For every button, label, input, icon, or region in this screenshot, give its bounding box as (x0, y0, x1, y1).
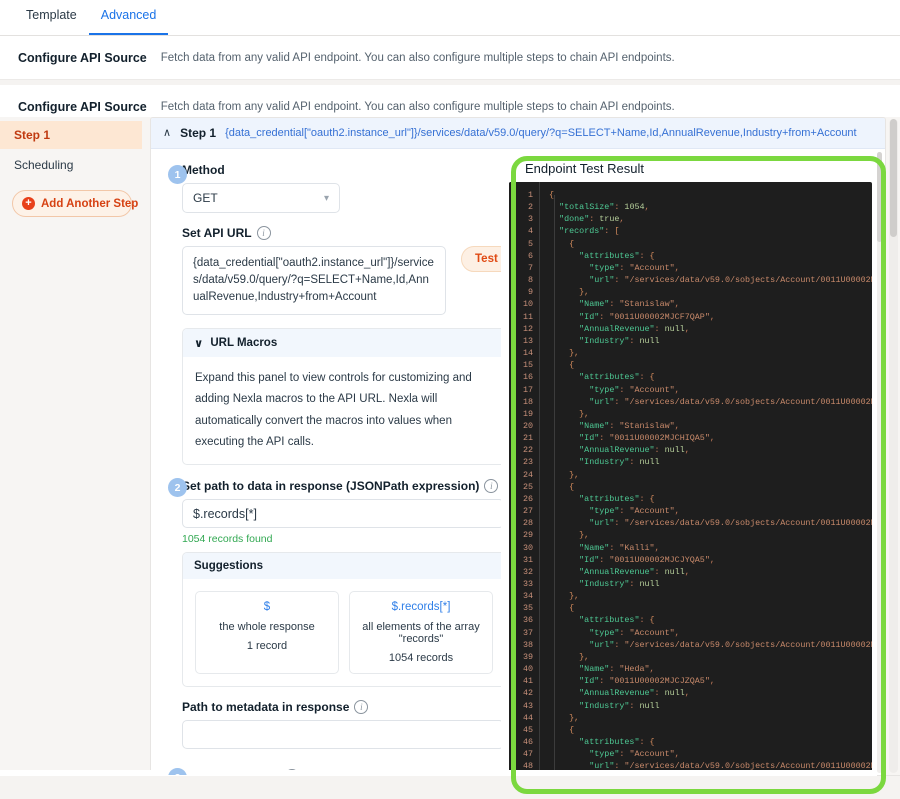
method-label: Method (182, 163, 225, 177)
configure-api-source-title: Configure API Source (18, 99, 147, 114)
jsonpath-field: 2 Set path to data in response (JSONPath… (168, 478, 501, 688)
url-macros-panel: ∨ URL Macros Expand this panel to view c… (182, 328, 501, 466)
json-response-viewer[interactable]: 1 2 3 4 5 6 7 8 9 10 11 12 13 14 15 16 17 18 19 20 21 22 23 24 2… (509, 182, 872, 775)
page-scrollbar-thumb[interactable] (890, 119, 897, 237)
url-macros-description: Expand this panel to view controls for c… (195, 372, 472, 448)
configure-api-source-row-1: Configure API Source Fetch data from any… (0, 36, 900, 80)
page-scrollbar[interactable] (889, 119, 898, 773)
card-scrollbar[interactable] (877, 152, 882, 773)
info-icon[interactable]: i (256, 226, 271, 240)
api-source-configuration-page: Template Advanced Configure API Source F… (0, 0, 900, 799)
json-code-area[interactable]: { "totalSize": 1054, "done": true, "reco… (539, 182, 872, 775)
step-header-name: Step 1 (180, 126, 217, 140)
endpoint-test-result-title: Endpoint Test Result (525, 161, 644, 176)
step-sidebar: Step 1 Scheduling + Add Another Step (0, 117, 142, 776)
tab-template[interactable]: Template (14, 0, 89, 35)
metadata-path-field: Path to metadata in response i (182, 700, 501, 750)
configure-api-source-title: Configure API Source (18, 50, 147, 65)
api-url-field: Set API URL i {data_credential["oauth2.i… (182, 226, 501, 316)
plus-circle-icon: + (22, 197, 35, 210)
info-icon[interactable]: i (354, 700, 369, 715)
metadata-path-input[interactable] (182, 720, 501, 750)
configure-api-source-description: Fetch data from any valid API endpoint. … (160, 100, 675, 113)
suggestion-item[interactable]: $.records[*] all elements of the array "… (349, 591, 493, 675)
tab-bar: Template Advanced (0, 0, 900, 36)
suggestion-count: 1054 records (388, 652, 454, 665)
info-icon[interactable]: i (484, 479, 499, 494)
bottom-bar (0, 770, 900, 799)
method-field: 1 Method GET ▾ (168, 163, 501, 213)
jsonpath-label-text: Set path to data in response (JSONPath e… (182, 479, 480, 494)
sidebar-item-scheduling[interactable]: Scheduling (0, 149, 142, 181)
suggestions-list: $ the whole response 1 record $.records[… (183, 579, 501, 686)
tab-advanced[interactable]: Advanced (88, 0, 169, 35)
suggestion-description: the whole response (219, 621, 315, 634)
chevron-down-icon: ▾ (323, 192, 329, 204)
metadata-path-label-text: Path to metadata in response (182, 700, 350, 715)
sidebar-item-step-1[interactable]: Step 1 (0, 121, 142, 149)
add-another-step-label: Add Another Step (41, 197, 139, 210)
step-card-wrapper: ∧ Step 1 {data_credential["oauth2.instan… (142, 117, 900, 776)
method-select[interactable]: GET ▾ (182, 183, 340, 213)
metadata-path-label: Path to metadata in response i (182, 700, 501, 715)
method-select-value: GET (193, 191, 218, 205)
records-found-status: 1054 records found (182, 533, 273, 546)
suggestion-code: $ (263, 601, 271, 614)
step-form: 1 Method GET ▾ Set API URL i {data_crede… (151, 149, 501, 775)
page-body: Step 1 Scheduling + Add Another Step ∧ S… (0, 117, 900, 776)
add-another-step-button[interactable]: + Add Another Step (12, 190, 138, 217)
url-macros-header[interactable]: ∨ URL Macros (183, 329, 501, 358)
chevron-up-icon[interactable]: ∧ (163, 127, 171, 139)
card-scrollbar-thumb[interactable] (877, 152, 882, 242)
suggestion-code: $.records[*] (391, 601, 451, 614)
chevron-down-icon: ∨ (194, 338, 204, 351)
jsonpath-input[interactable]: $.records[*] (182, 499, 501, 529)
step-badge-2: 2 (168, 478, 187, 498)
api-url-label: Set API URL i (182, 226, 501, 240)
api-url-label-text: Set API URL (182, 226, 252, 240)
suggestion-count: 1 record (246, 640, 288, 653)
suggestions-title: Suggestions (183, 553, 501, 580)
suggestions-panel: Suggestions $ the whole response 1 recor… (182, 552, 501, 688)
line-number-gutter: 1 2 3 4 5 6 7 8 9 10 11 12 13 14 15 16 17 18 19 20 21 22 23 24 2… (509, 182, 539, 775)
step-panes: 1 Method GET ▾ Set API URL i {data_crede… (151, 149, 885, 775)
jsonpath-label: Set path to data in response (JSONPath e… (182, 479, 501, 494)
step-badge-1: 1 (168, 165, 187, 184)
suggestion-item[interactable]: $ the whole response 1 record (195, 591, 339, 675)
test-button[interactable]: Test (461, 246, 501, 272)
api-url-input[interactable]: {data_credential["oauth2.instance_url"]}… (182, 246, 446, 316)
configure-api-source-description: Fetch data from any valid API endpoint. … (160, 51, 675, 64)
suggestion-description: all elements of the array "records" (362, 621, 480, 646)
endpoint-test-result-pane: Endpoint Test Result 1 2 3 4 5 6 7 8 9 10 11 12 13 14… (501, 149, 885, 775)
step-header-url: {data_credential["oauth2.instance_url"]}… (225, 127, 857, 139)
step-header[interactable]: ∧ Step 1 {data_credential["oauth2.instan… (151, 118, 885, 149)
url-macros-title: URL Macros (210, 337, 278, 350)
step-card: ∧ Step 1 {data_credential["oauth2.instan… (150, 117, 886, 776)
